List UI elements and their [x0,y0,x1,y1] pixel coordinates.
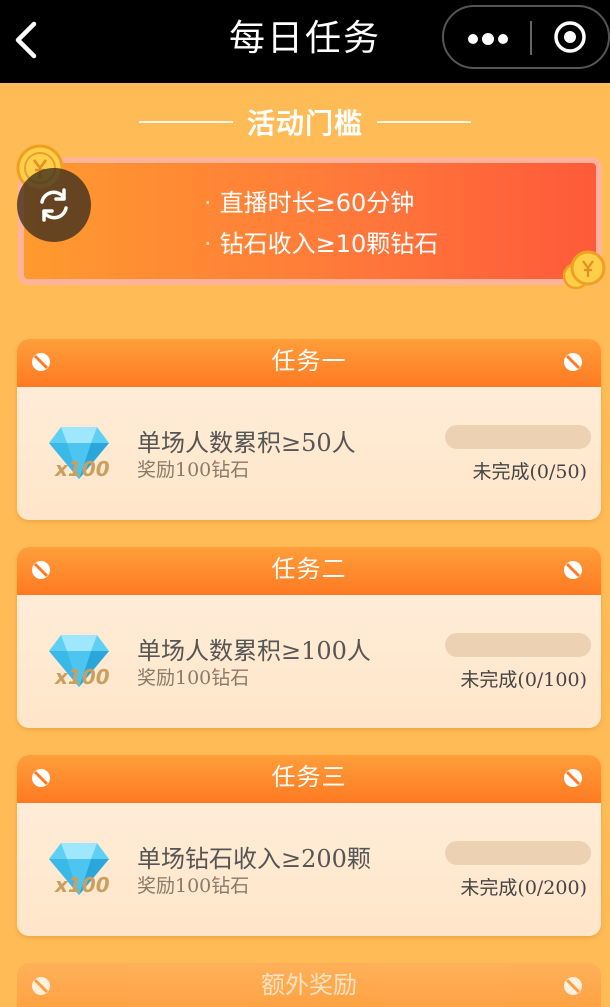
screw-icon [563,560,583,580]
mini-program-capsule [442,5,610,69]
task-header: 任务一 [17,339,601,387]
title-divider-right [377,121,471,123]
screw-icon [563,768,583,788]
task-name: 单场钻石收入≥200颗 [137,845,371,873]
task-reward: 奖励100钻石 [137,667,250,689]
screw-icon [563,352,583,372]
diamond-quantity: x100 [55,665,110,689]
task-header: 任务三 [17,755,601,803]
task-header-title: 任务一 [271,347,347,375]
task-status: 未完成(0/50) [472,461,588,483]
screw-icon [32,977,50,995]
task-reward: 奖励100钻石 [137,459,250,481]
task-status: 未完成(0/200) [460,877,587,899]
task-header-title: 任务二 [271,555,347,583]
target-close-icon [554,21,586,53]
task-name: 单场人数累积≥100人 [137,637,371,665]
threshold-section-header: 活动门槛 [0,100,610,144]
threshold-item: 钻石收入≥10颗钻石 [204,224,439,265]
task-card: 任务一 x100 单场人数累积≥50人 奖励100钻石 未完成(0/50) [17,339,601,520]
task-reward: 奖励100钻石 [137,875,250,897]
task-name: 单场人数累积≥50人 [137,429,356,457]
progress-bar [445,841,591,865]
refresh-button[interactable] [17,168,91,242]
screw-icon [31,560,51,580]
section-title: 活动门槛 [246,107,363,140]
task-card: 任务二 x100 单场人数累积≥100人 奖励100钻石 未完成(0/100) [17,547,601,728]
coin-icon [562,250,606,290]
screw-icon [31,352,51,372]
top-bar: 每日任务 [0,0,610,83]
progress-bar [445,425,591,449]
threshold-card: 直播时长≥60分钟 钻石收入≥10颗钻石 [18,157,602,285]
progress-bar [445,633,591,657]
more-button[interactable] [444,7,530,67]
screw-icon [564,977,582,995]
task-card: 任务三 x100 单场钻石收入≥200颗 奖励100钻石 未完成(0/200) [17,755,601,936]
extra-reward-title: 额外奖励 [261,971,357,999]
title-divider-left [138,121,233,123]
extra-reward-card: 额外奖励 [17,963,601,1007]
diamond-quantity: x100 [55,457,110,481]
task-status: 未完成(0/100) [460,669,587,691]
close-button[interactable] [532,7,610,67]
threshold-item: 直播时长≥60分钟 [204,183,438,224]
task-header-title: 任务三 [271,763,347,791]
diamond-quantity: x100 [55,873,110,897]
threshold-list: 直播时长≥60分钟 钻石收入≥10颗钻石 [204,183,439,265]
screw-icon [31,768,51,788]
refresh-icon [40,188,68,222]
task-header: 任务二 [17,547,601,595]
